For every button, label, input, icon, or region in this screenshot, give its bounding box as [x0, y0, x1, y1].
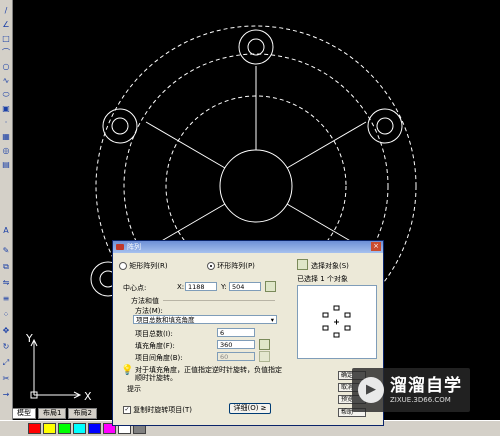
- tip-label: 提示: [127, 385, 141, 393]
- radio-polar-array[interactable]: 环形阵列(P): [207, 261, 255, 271]
- polyline-icon[interactable]: ∠: [1, 20, 11, 30]
- tab-layout1[interactable]: 布局1: [38, 408, 67, 419]
- item-angle-label: 项目间角度(B):: [135, 354, 183, 362]
- close-button[interactable]: ×: [371, 242, 381, 251]
- group-divider: [163, 300, 275, 301]
- center-point-label: 中心点:: [123, 284, 147, 292]
- circle-icon[interactable]: ○: [1, 62, 11, 72]
- axis-y-label: Y: [25, 332, 33, 345]
- color-swatch[interactable]: [28, 423, 41, 434]
- bolt-hole-inner: [247, 38, 265, 56]
- copy-icon[interactable]: ⧉: [1, 262, 11, 272]
- pick-fill-angle-icon[interactable]: [259, 339, 270, 350]
- color-swatch[interactable]: [58, 423, 71, 434]
- tip-icon: 💡: [121, 365, 134, 376]
- tab-layout2[interactable]: 布局2: [68, 408, 97, 419]
- hatch-icon[interactable]: ▦: [1, 132, 11, 142]
- color-swatch[interactable]: [43, 423, 56, 434]
- pick-center-icon[interactable]: [265, 281, 276, 292]
- radio-polar-label: 环形阵列(P): [217, 262, 255, 270]
- layout-tabs: 模型 布局1 布局2: [12, 408, 97, 419]
- spoke-line: [145, 121, 226, 169]
- color-swatch[interactable]: [88, 423, 101, 434]
- total-items-input[interactable]: 6: [217, 328, 255, 337]
- rotate-items-checkbox[interactable]: ✓ 复制时旋转项目(T): [123, 405, 192, 415]
- point-icon[interactable]: ·: [1, 118, 11, 128]
- array-preview: [297, 285, 377, 359]
- ucs-icon: [30, 338, 82, 399]
- center-x-input[interactable]: 1188: [185, 282, 217, 291]
- table-icon[interactable]: ▤: [1, 160, 11, 170]
- array-icon[interactable]: ⁘: [1, 310, 11, 320]
- block-icon[interactable]: ▣: [1, 104, 11, 114]
- center-y-label: Y:: [221, 283, 227, 291]
- method-group-title: 方法和值: [131, 297, 159, 305]
- radio-rect-label: 矩形阵列(R): [129, 262, 168, 270]
- rotate-icon[interactable]: ↻: [1, 342, 11, 352]
- center-y-input[interactable]: 504: [229, 282, 261, 291]
- fill-angle-label: 填充角度(F):: [135, 342, 175, 350]
- arc-icon[interactable]: ⌒: [1, 48, 11, 58]
- pick-item-angle-icon[interactable]: [259, 351, 270, 362]
- radio-indicator: [119, 262, 127, 270]
- select-objects-icon[interactable]: [297, 259, 308, 270]
- method-select-value: 项目总数和填充角度: [136, 316, 195, 324]
- chevron-down-icon: ▾: [270, 316, 274, 324]
- rectangle-icon[interactable]: □: [1, 34, 11, 44]
- watermark-url: ZIXUE.3D66.COM: [390, 396, 451, 404]
- details-button[interactable]: 详细(O) ≥: [229, 403, 271, 414]
- app-icon: [116, 244, 124, 250]
- note-text: 对于填充角度，正值指定逆时针旋转，负值指定顺时针旋转。: [135, 366, 282, 382]
- play-logo-icon: [358, 377, 384, 403]
- radio-rect-array[interactable]: 矩形阵列(R): [119, 261, 168, 271]
- tab-model[interactable]: 模型: [12, 408, 36, 419]
- select-objects-button[interactable]: 选择对象(S): [311, 261, 349, 271]
- fill-angle-input[interactable]: 360: [217, 340, 255, 349]
- watermark-brand: 溜溜自学: [390, 376, 462, 396]
- color-swatch[interactable]: [73, 423, 86, 434]
- axis-x-label: X: [84, 390, 92, 403]
- erase-icon[interactable]: ✎: [1, 246, 11, 256]
- hub-circle: [219, 149, 293, 223]
- radio-indicator: [207, 262, 215, 270]
- rotate-items-label: 复制时旋转项目(T): [133, 406, 192, 414]
- total-items-label: 项目总数(I):: [135, 330, 173, 338]
- method-select[interactable]: 项目总数和填充角度 ▾: [133, 315, 277, 324]
- extend-icon[interactable]: →: [1, 390, 11, 400]
- mirror-icon[interactable]: ⇋: [1, 278, 11, 288]
- spoke-line: [286, 121, 367, 169]
- bolt-hole-inner: [376, 117, 394, 135]
- bolt-hole-inner: [111, 117, 129, 135]
- bolt-hole-outer: [238, 29, 274, 65]
- preview-graphic: [322, 305, 351, 338]
- region-icon[interactable]: ◎: [1, 146, 11, 156]
- scale-icon[interactable]: ⤢: [1, 358, 11, 368]
- checkbox-box: ✓: [123, 406, 131, 414]
- ellipse-icon[interactable]: ⬭: [1, 90, 11, 100]
- dialog-title: 阵列: [127, 243, 141, 251]
- selected-count: 已选择 1 个对象: [297, 275, 348, 283]
- move-icon[interactable]: ✥: [1, 326, 11, 336]
- dialog-titlebar[interactable]: 阵列: [113, 241, 383, 253]
- draw-toolbar: / ∠ □ ⌒ ○ ∿ ⬭ ▣ · ▦ ◎ ▤ A ✎ ⧉ ⇋ ≡ ⁘ ✥ ↻ …: [0, 0, 13, 420]
- text-icon[interactable]: A: [1, 226, 11, 236]
- bolt-hole-outer: [102, 108, 138, 144]
- watermark: 溜溜自学 ZIXUE.3D66.COM: [352, 368, 470, 412]
- spline-icon[interactable]: ∿: [1, 76, 11, 86]
- center-x-label: X:: [177, 283, 185, 291]
- line-icon[interactable]: /: [1, 6, 11, 16]
- trim-icon[interactable]: ✂: [1, 374, 11, 384]
- offset-icon[interactable]: ≡: [1, 294, 11, 304]
- item-angle-input[interactable]: 60: [217, 352, 255, 361]
